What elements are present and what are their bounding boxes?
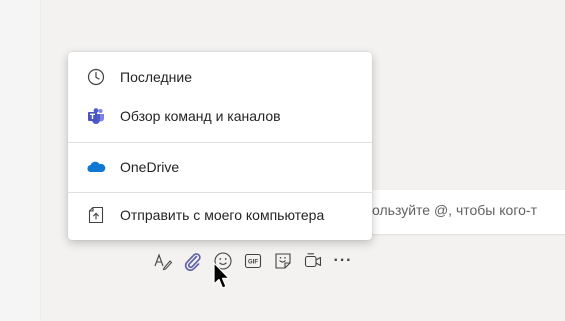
menu-item-label: OneDrive	[120, 159, 180, 175]
sticker-icon[interactable]	[270, 248, 296, 274]
menu-item-label: Последние	[120, 69, 193, 85]
menu-item-recent[interactable]: Последние	[68, 60, 372, 94]
format-icon[interactable]	[150, 248, 176, 274]
menu-item-onedrive[interactable]: OneDrive	[68, 150, 372, 184]
menu-item-upload-from-computer[interactable]: Отправить с моего компьютера	[68, 198, 372, 232]
compose-toolbar: GIF ···	[150, 248, 360, 274]
meet-now-icon[interactable]	[300, 248, 326, 274]
compose-placeholder: ользуйте @, чтобы кого-т	[372, 202, 537, 218]
gif-label: GIF	[248, 260, 258, 266]
pane-divider	[40, 0, 41, 321]
attach-icon[interactable]	[180, 248, 206, 274]
gif-icon[interactable]: GIF	[240, 248, 266, 274]
menu-item-browse-teams[interactable]: Обзор команд и каналов	[68, 99, 372, 133]
mouse-cursor-icon	[213, 262, 230, 289]
menu-item-label: Обзор команд и каналов	[120, 108, 281, 124]
more-options-icon[interactable]: ···	[330, 248, 356, 274]
clock-icon	[86, 67, 106, 87]
menu-separator	[68, 142, 372, 143]
menu-separator	[68, 192, 372, 193]
attach-menu: Последние Обзор команд и каналов OneDriv…	[68, 52, 372, 240]
teams-icon	[86, 106, 106, 126]
menu-item-label: Отправить с моего компьютера	[120, 207, 325, 223]
onedrive-cloud-icon	[86, 157, 106, 177]
upload-icon	[86, 205, 106, 225]
